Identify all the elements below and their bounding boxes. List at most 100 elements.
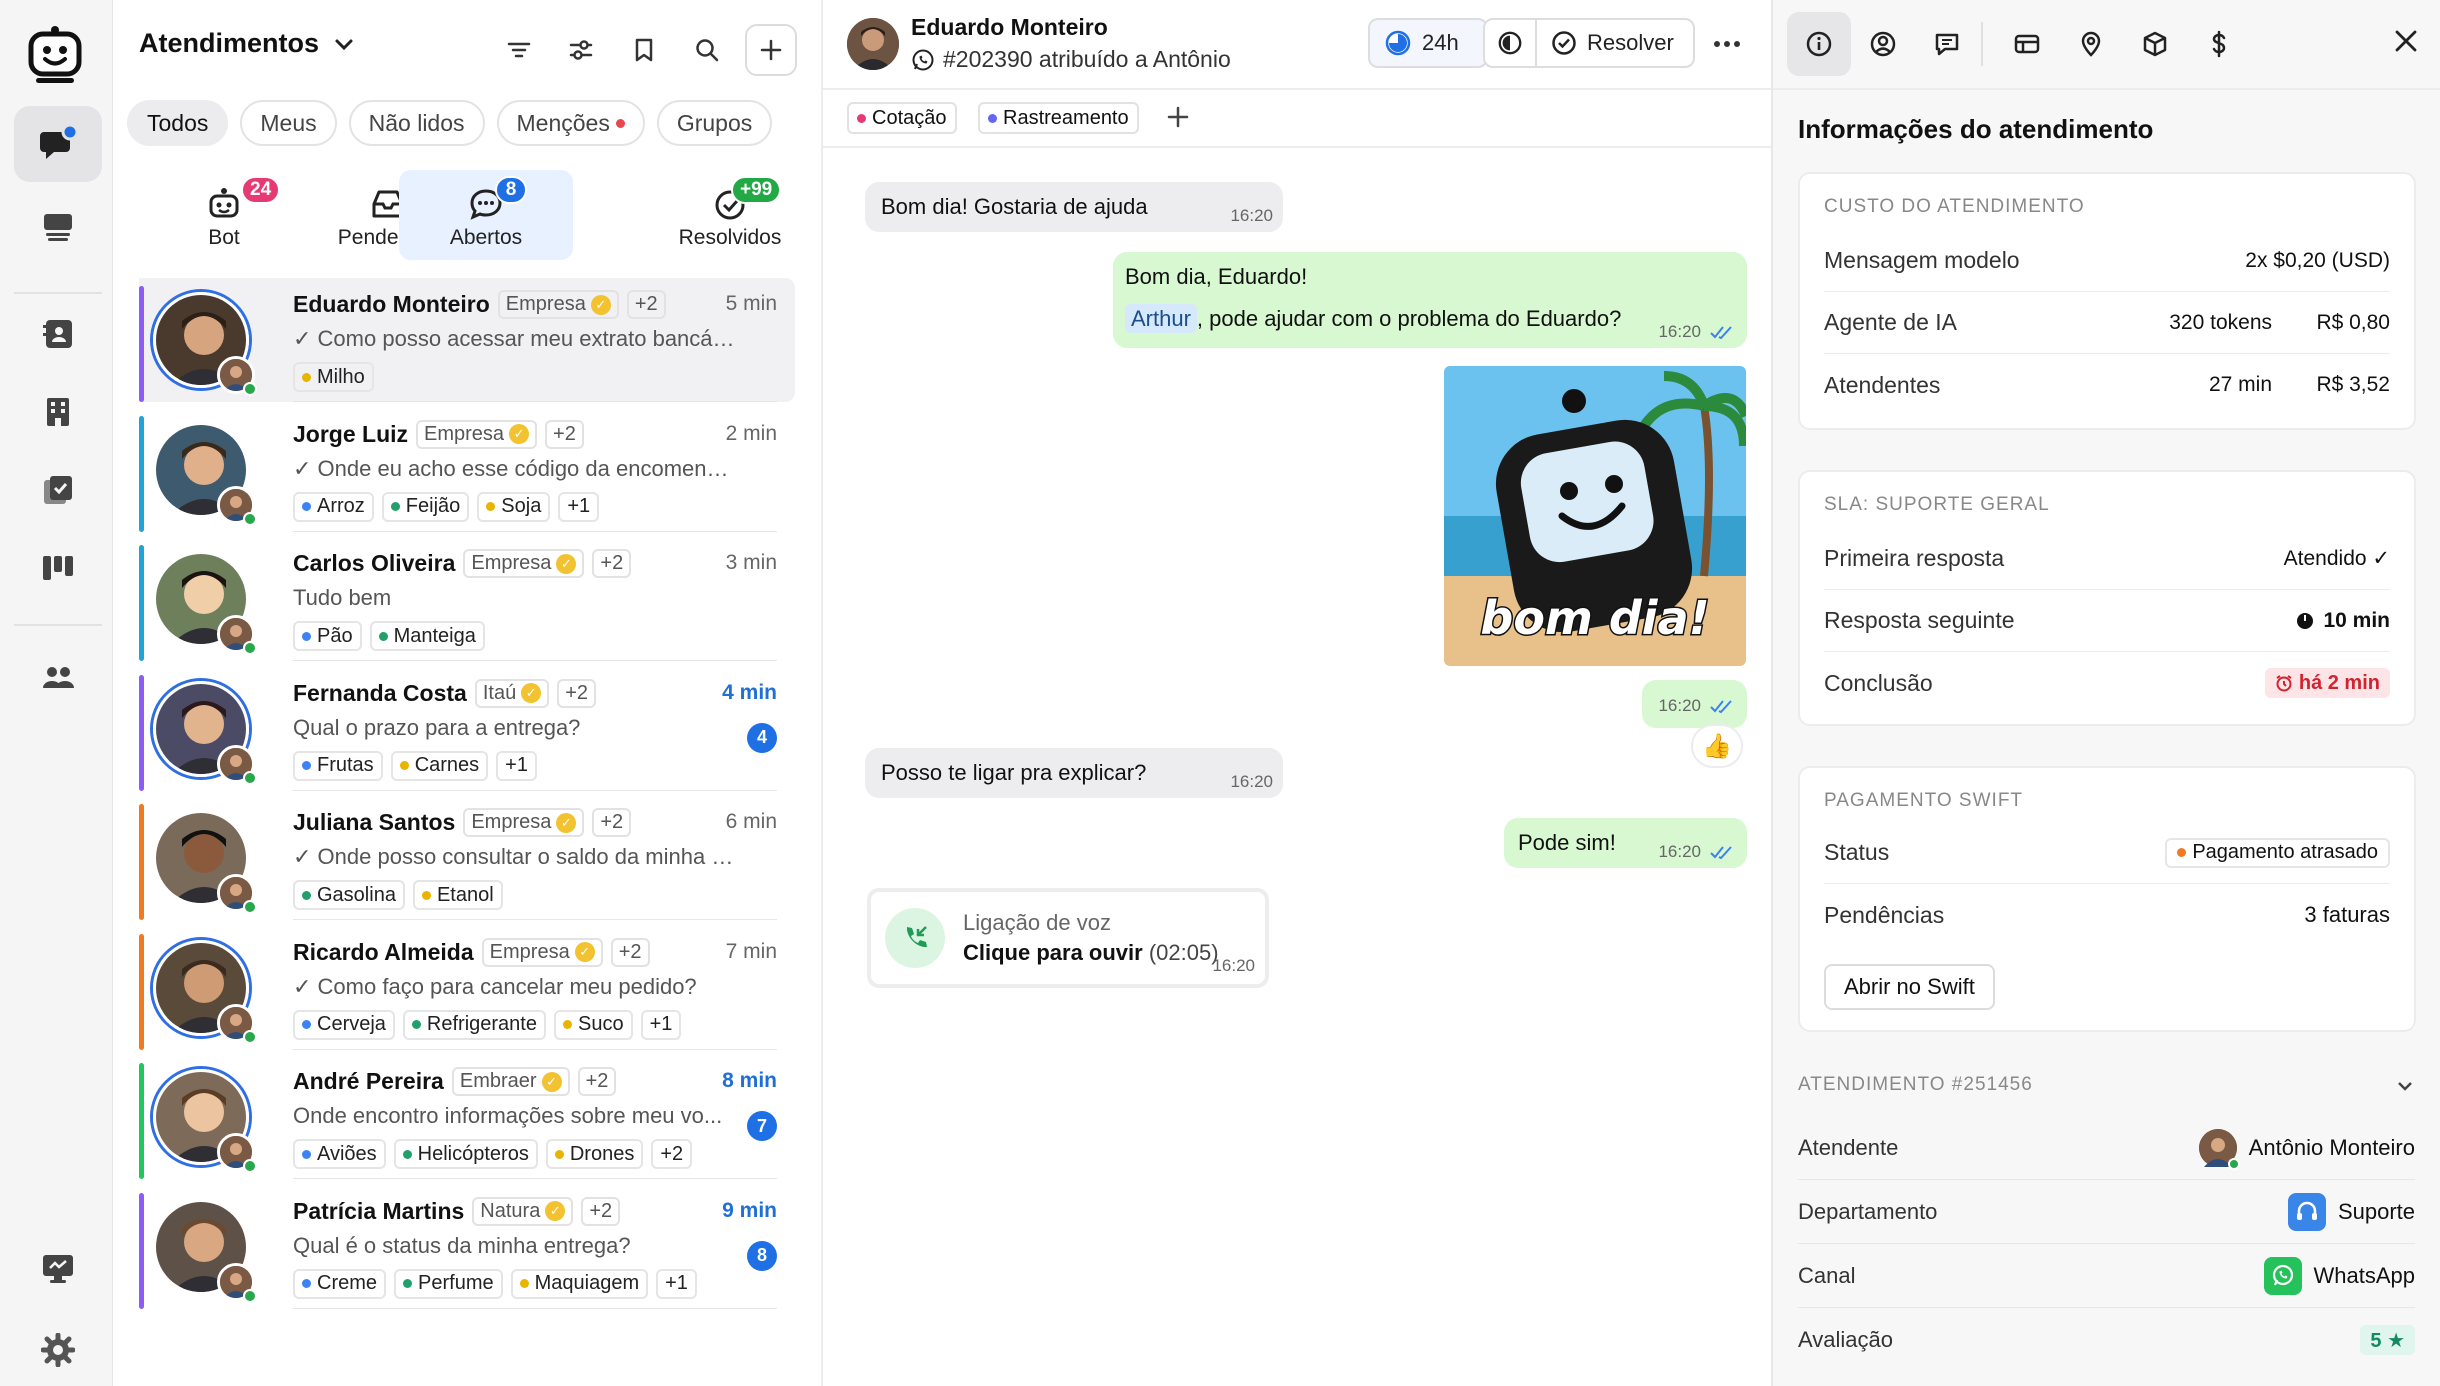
label-tag[interactable]: Cerveja xyxy=(293,1009,395,1040)
call-action-line: Clique para ouvir (02:05) xyxy=(963,940,1219,966)
resolve-button[interactable]: Resolver xyxy=(1535,18,1695,68)
conversation-row[interactable]: André Pereira Embraer ✓ +2 8 min 7 Onde e… xyxy=(139,1055,795,1179)
tag-dot xyxy=(302,1279,311,1288)
bookmark-icon[interactable] xyxy=(618,24,670,76)
nav-tasks-icon[interactable] xyxy=(14,452,102,528)
label-tag[interactable]: +1 xyxy=(640,1009,682,1040)
label-tag[interactable]: Aviões xyxy=(293,1139,386,1169)
chat-tag[interactable]: Rastreamento xyxy=(978,102,1139,134)
conversation-header: Ricardo Almeida Empresa ✓ +2 xyxy=(293,937,650,967)
verified-check-icon: ✓ xyxy=(574,942,595,962)
reaction-thumbs-up[interactable]: 👍 xyxy=(1691,724,1743,768)
filter-todos[interactable]: Todos xyxy=(127,100,229,146)
label-tag[interactable]: Etanol xyxy=(412,880,503,910)
label-tag[interactable]: Perfume xyxy=(394,1268,503,1299)
filter-grupos[interactable]: Grupos xyxy=(656,100,773,146)
label-tag[interactable]: Suco xyxy=(553,1009,633,1040)
contact-avatar[interactable] xyxy=(847,18,899,70)
snooze-button[interactable] xyxy=(1483,18,1537,68)
tab-abertos[interactable]: 8 Abertos xyxy=(399,170,573,260)
label-tag[interactable]: Maquiagem xyxy=(510,1268,649,1299)
info-tab-icon[interactable] xyxy=(1787,12,1851,76)
ticket-row: Atendente Antônio Monteiro xyxy=(1798,1116,2415,1180)
conversation-row[interactable]: Fernanda Costa Itaú ✓ +2 4 min 4 Qual o p… xyxy=(139,667,795,791)
check-circle-icon xyxy=(1552,31,1576,55)
nav-monitor-icon[interactable] xyxy=(14,1230,102,1306)
app-logo-icon[interactable] xyxy=(26,24,84,86)
nav-settings-gear-icon[interactable] xyxy=(14,1312,102,1386)
conversation-row[interactable]: Ricardo Almeida Empresa ✓ +2 7 min ✓ Como… xyxy=(139,926,795,1050)
cost-qty: 27 min xyxy=(2208,373,2272,396)
mention-chip[interactable]: Arthur xyxy=(1125,304,1197,333)
nav-team-icon[interactable] xyxy=(14,640,102,716)
label-tag[interactable]: +1 xyxy=(558,491,600,522)
open-swift-button[interactable]: Abrir no Swift xyxy=(1824,964,1995,1010)
label-tag[interactable]: Frutas xyxy=(293,750,383,781)
new-conversation-plus-icon[interactable] xyxy=(745,24,797,76)
company-tag: Itaú ✓ xyxy=(474,678,550,708)
close-icon[interactable] xyxy=(2393,28,2419,59)
tag-label: Refrigerante xyxy=(426,1013,537,1035)
dollar-icon[interactable] xyxy=(2187,12,2251,76)
nav-companies-icon[interactable] xyxy=(14,374,102,450)
label-tag[interactable]: Helicópteros xyxy=(393,1139,538,1169)
label-tag[interactable]: Creme xyxy=(293,1268,387,1299)
conversation-row[interactable]: Eduardo Monteiro Empresa ✓ +2 5 min ✓ Com… xyxy=(139,278,795,402)
nav-inbox-icon[interactable] xyxy=(14,188,102,264)
chat-tag[interactable]: Cotação xyxy=(847,102,957,134)
sticker-image[interactable]: bom dia! xyxy=(1444,366,1746,666)
conversation-time: 7 min xyxy=(725,939,777,963)
filter-mencoes[interactable]: Menções xyxy=(496,100,645,146)
package-icon[interactable] xyxy=(2123,12,2187,76)
filter-meus[interactable]: Meus xyxy=(240,100,337,146)
call-duration: (02:05) xyxy=(1148,940,1219,965)
filter-sliders-icon[interactable] xyxy=(555,24,607,76)
label-tag[interactable]: Manteiga xyxy=(369,621,485,651)
label-tag[interactable]: +1 xyxy=(656,1268,697,1299)
tag-label: +1 xyxy=(505,754,528,776)
tag-dot xyxy=(302,631,311,641)
card-title: SLA: SUPORTE GERAL xyxy=(1824,494,2050,515)
filter-nao-lidos[interactable]: Não lidos xyxy=(348,100,485,146)
add-tag-plus-icon[interactable] xyxy=(1165,104,1191,135)
more-options-icon[interactable] xyxy=(1711,30,1743,63)
conversation-header: Patrícia Martins Natura ✓ +2 xyxy=(293,1196,621,1226)
more-tag: +2 xyxy=(610,937,650,967)
contact-tab-icon[interactable] xyxy=(1851,12,1915,76)
nav-contacts-icon[interactable] xyxy=(14,296,102,372)
label-tag[interactable]: +2 xyxy=(651,1139,693,1169)
label-tag[interactable]: Pão xyxy=(293,621,362,651)
sla-timer-button[interactable]: 24h xyxy=(1368,18,1488,68)
label-tag[interactable]: Gasolina xyxy=(293,880,405,910)
message-time: 16:20 xyxy=(1658,322,1701,341)
info-panel: Informações do atendimento CUSTO DO ATEN… xyxy=(1771,0,2440,1386)
ticket-label: Atendente xyxy=(1798,1134,1899,1160)
location-pin-icon[interactable] xyxy=(2059,12,2123,76)
notes-tab-icon[interactable] xyxy=(1915,12,1979,76)
label-tag[interactable]: Drones xyxy=(545,1139,644,1169)
search-icon[interactable] xyxy=(681,24,733,76)
label-tag[interactable]: Milho xyxy=(293,362,374,392)
ticket-section-header[interactable]: ATENDIMENTO #251456 xyxy=(1798,1074,2415,1096)
label-tag[interactable]: Feijão xyxy=(381,491,470,522)
voice-call-message[interactable]: Ligação de voz Clique para ouvir (02:05)… xyxy=(867,888,1269,988)
conversation-row[interactable]: Juliana Santos Empresa ✓ +2 6 min ✓ Onde … xyxy=(139,796,795,920)
conversation-row[interactable]: Carlos Oliveira Empresa ✓ +2 3 min Tudo b… xyxy=(139,537,795,661)
conversation-row[interactable]: Patrícia Martins Natura ✓ +2 9 min 8 Qual… xyxy=(139,1185,795,1309)
tab-resolvidos[interactable]: +99 Resolvidos xyxy=(643,170,817,260)
sort-icon[interactable] xyxy=(493,24,545,76)
tag-label: Pão xyxy=(317,624,353,647)
list-title-dropdown[interactable]: Atendimentos xyxy=(139,28,355,59)
label-tag[interactable]: Soja xyxy=(477,491,551,522)
conversation-time: 8 min xyxy=(722,1069,777,1092)
call-action: Clique para ouvir xyxy=(963,940,1143,965)
conversation-row[interactable]: Jorge Luiz Empresa ✓ +2 2 min ✓ Onde eu a… xyxy=(139,408,795,532)
label-tag[interactable]: Refrigerante xyxy=(402,1009,546,1040)
nav-chat-icon[interactable] xyxy=(14,106,102,182)
crm-tab-icon[interactable] xyxy=(1995,12,2059,76)
label-tag[interactable]: Carnes xyxy=(390,750,489,781)
tab-bot[interactable]: 24 Bot xyxy=(137,170,311,260)
label-tag[interactable]: +1 xyxy=(496,750,537,781)
label-tag[interactable]: Arroz xyxy=(293,491,374,522)
nav-kanban-icon[interactable] xyxy=(14,530,102,606)
